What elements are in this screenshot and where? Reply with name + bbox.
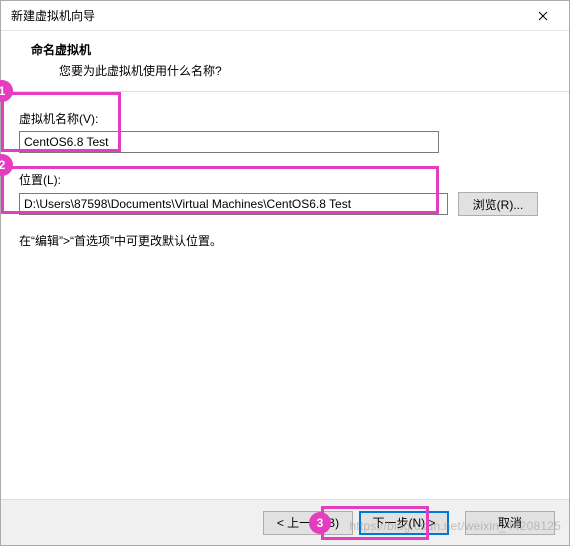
wizard-content: 1 虚拟机名称(V): 2 位置(L): 浏览(R)... 在“编辑”>“首选项…	[1, 92, 569, 499]
vm-name-label: 虚拟机名称(V):	[19, 110, 551, 127]
back-button[interactable]: < 上一步(B)	[263, 511, 353, 535]
wizard-header: 命名虚拟机 您要为此虚拟机使用什么名称?	[1, 31, 569, 91]
page-subtitle: 您要为此虚拟机使用什么名称?	[31, 62, 549, 79]
vm-name-block: 虚拟机名称(V):	[19, 110, 551, 153]
close-button[interactable]	[521, 2, 565, 30]
page-title: 命名虚拟机	[31, 41, 549, 58]
vm-location-block: 位置(L): 浏览(R)...	[19, 171, 551, 216]
annotation-badge-3: 3	[309, 512, 331, 534]
close-icon	[538, 11, 548, 21]
wizard-window: 新建虚拟机向导 命名虚拟机 您要为此虚拟机使用什么名称? 1 虚拟机名称(V):…	[0, 0, 570, 546]
next-button[interactable]: 下一步(N) >	[359, 511, 449, 535]
window-title: 新建虚拟机向导	[11, 7, 95, 24]
cancel-button[interactable]: 取消	[465, 511, 555, 535]
browse-button[interactable]: 浏览(R)...	[458, 192, 538, 216]
vm-location-input[interactable]	[19, 193, 448, 215]
vm-name-input[interactable]	[19, 131, 439, 153]
annotation-badge-2: 2	[0, 154, 13, 176]
titlebar: 新建虚拟机向导	[1, 1, 569, 31]
vm-location-label: 位置(L):	[19, 171, 551, 188]
location-hint: 在“编辑”>“首选项”中可更改默认位置。	[19, 232, 551, 249]
wizard-footer: 3 < 上一步(B) 下一步(N) > 取消 https://blog.csdn…	[1, 499, 569, 545]
location-row: 浏览(R)...	[19, 192, 551, 216]
